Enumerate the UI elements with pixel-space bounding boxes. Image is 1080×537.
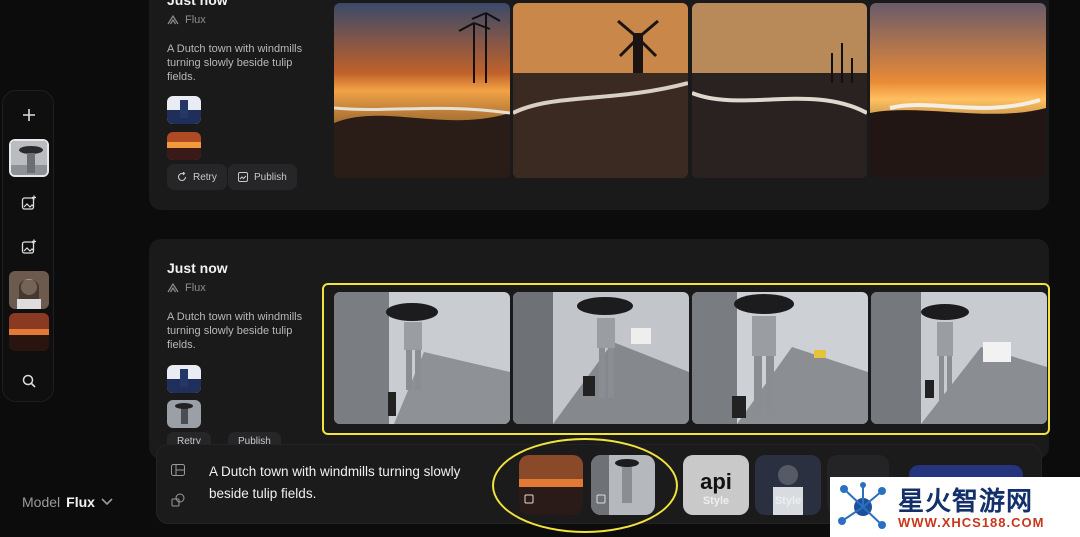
flux-logo-icon — [167, 15, 179, 25]
reference-image[interactable] — [167, 132, 201, 160]
style-card-portrait[interactable]: Style — [755, 455, 821, 515]
model-selector[interactable]: Model Flux — [22, 494, 113, 510]
model-tag: Flux — [167, 282, 206, 294]
publish-icon — [238, 172, 248, 182]
network-logo-icon — [838, 482, 886, 529]
image-plus-icon[interactable] — [11, 185, 47, 221]
retry-icon — [177, 172, 187, 182]
watermark: 星火智游网 WWW.XHCS188.COM — [830, 477, 1080, 537]
card-prompt: A Dutch town with windmills turning slow… — [167, 311, 303, 351]
layout-icon[interactable] — [167, 459, 189, 481]
api-text: api — [700, 469, 732, 494]
style-label: Style — [702, 495, 730, 507]
reference-image[interactable] — [167, 400, 201, 428]
generation-card: Just now Flux A Dutch town with windmill… — [149, 0, 1049, 210]
chevron-down-icon — [101, 498, 113, 506]
generated-image[interactable] — [513, 3, 688, 178]
model-tag-label: Flux — [185, 282, 206, 294]
style-label: Style — [774, 495, 802, 507]
highlight-box — [322, 283, 1050, 435]
flux-logo-icon — [167, 283, 179, 293]
shapes-icon[interactable] — [167, 489, 189, 511]
reference-image[interactable] — [167, 365, 201, 393]
publish-button[interactable]: Publish — [228, 164, 297, 190]
highlight-ellipse — [492, 438, 678, 533]
style-card-api[interactable]: api Style — [683, 455, 749, 515]
generated-image[interactable] — [692, 3, 867, 178]
rail-thumbnail-portrait[interactable] — [9, 271, 49, 309]
card-title: Just now — [167, 260, 228, 276]
search-icon[interactable] — [11, 363, 47, 399]
model-value: Flux — [66, 494, 95, 510]
image-plus-icon[interactable] — [11, 229, 47, 265]
plus-icon[interactable] — [11, 97, 47, 133]
generated-image[interactable] — [334, 3, 510, 178]
retry-button[interactable]: Retry — [167, 164, 227, 190]
publish-label: Publish — [254, 171, 287, 183]
watermark-url: WWW.XHCS188.COM — [898, 515, 1045, 530]
model-tag-label: Flux — [185, 14, 206, 26]
model-label: Model — [22, 494, 61, 510]
prompt-input[interactable]: A Dutch town with windmills turning slow… — [209, 461, 489, 505]
left-rail — [2, 90, 54, 402]
rail-thumbnail-sunset[interactable] — [9, 313, 49, 351]
reference-image[interactable] — [167, 96, 201, 124]
retry-label: Retry — [193, 171, 217, 183]
model-tag: Flux — [167, 14, 206, 26]
card-title: Just now — [167, 0, 228, 8]
rail-thumbnail-rain-man[interactable] — [9, 139, 49, 177]
card-prompt: A Dutch town with windmills turning slow… — [167, 43, 303, 83]
watermark-title: 星火智游网 — [898, 486, 1034, 516]
generated-image[interactable] — [870, 3, 1046, 178]
